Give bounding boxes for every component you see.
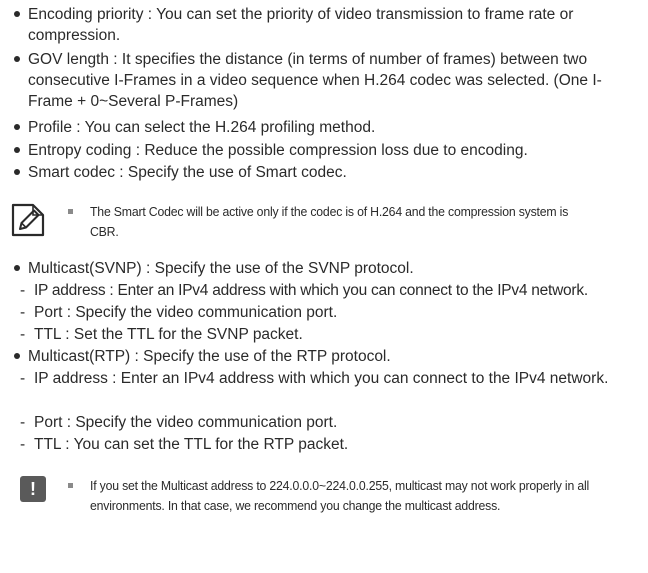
caution-block: ! If you set the Multicast address to 22… — [20, 476, 640, 526]
sub-item-text: Port : Specify the video communication p… — [34, 414, 338, 431]
manual-page: Encoding priority : You can set the prio… — [0, 0, 648, 573]
sub-item-svnp-port: - Port : Specify the video communication… — [20, 302, 640, 323]
sub-item-rtp-ttl: - TTL : You can set the TTL for the RTP … — [20, 434, 640, 455]
bullet-text: Entropy coding : Reduce the possible com… — [28, 142, 528, 159]
bullet-encoding-priority: Encoding priority : You can set the prio… — [14, 4, 640, 46]
sub-item-rtp-ip: - IP address : Enter an IPv4 address wit… — [20, 370, 609, 387]
bullet-text: Multicast(SVNP) : Specify the use of the… — [28, 260, 414, 277]
bullet-dot — [14, 124, 20, 130]
caution-text: If you set the Multicast address to 224.… — [90, 478, 590, 513]
bullet-text: Smart codec : Specify the use of Smart c… — [28, 164, 347, 181]
note-text: The Smart Codec will be active only if t… — [90, 204, 569, 239]
note-pencil-icon — [11, 203, 45, 237]
bullet-dot — [14, 265, 20, 271]
bullet-text: GOV length : It specifies the distance (… — [28, 51, 602, 110]
bullet-dot — [14, 147, 20, 153]
bullet-gov-length: GOV length : It specifies the distance (… — [14, 49, 640, 112]
bullet-multicast-rtp: Multicast(RTP) : Specify the use of the … — [14, 346, 640, 367]
sub-item-text: Port : Specify the video communication p… — [34, 304, 338, 321]
caution-exclamation-icon: ! — [20, 476, 46, 502]
sub-item-text: TTL : Set the TTL for the SVNP packet. — [34, 326, 303, 343]
bullet-dot — [14, 11, 20, 17]
bullet-dot — [14, 56, 20, 62]
sub-item-text: TTL : You can set the TTL for the RTP pa… — [34, 436, 349, 453]
note-square-bullet — [68, 209, 73, 214]
bullet-entropy-coding: Entropy coding : Reduce the possible com… — [14, 140, 640, 161]
bullet-profile: Profile : You can select the H.264 profi… — [14, 117, 640, 138]
sub-item-svnp-ttl: - TTL : Set the TTL for the SVNP packet. — [20, 324, 640, 345]
bullet-dot — [14, 353, 20, 359]
sub-item-text: IP address : Enter an IPv4 address with … — [34, 282, 588, 299]
bullet-smart-codec: Smart codec : Specify the use of Smart c… — [14, 162, 640, 183]
bullet-text: Profile : You can select the H.264 profi… — [28, 119, 376, 136]
bullet-text: Encoding priority : You can set the prio… — [28, 6, 574, 44]
sub-item-svnp-ip: - IP address : Enter an IPv4 address wit… — [20, 280, 640, 301]
caution-symbol: ! — [30, 479, 36, 499]
sub-item-rtp-port: - Port : Specify the video communication… — [20, 412, 640, 433]
bullet-multicast-svnp: Multicast(SVNP) : Specify the use of the… — [14, 258, 640, 279]
sub-item-text: IP address : Enter an IPv4 address with … — [34, 370, 609, 387]
caution-square-bullet — [68, 483, 73, 488]
bullet-text: Multicast(RTP) : Specify the use of the … — [28, 348, 391, 365]
bullet-dot — [14, 169, 20, 175]
note-block: The Smart Codec will be active only if t… — [10, 202, 640, 246]
